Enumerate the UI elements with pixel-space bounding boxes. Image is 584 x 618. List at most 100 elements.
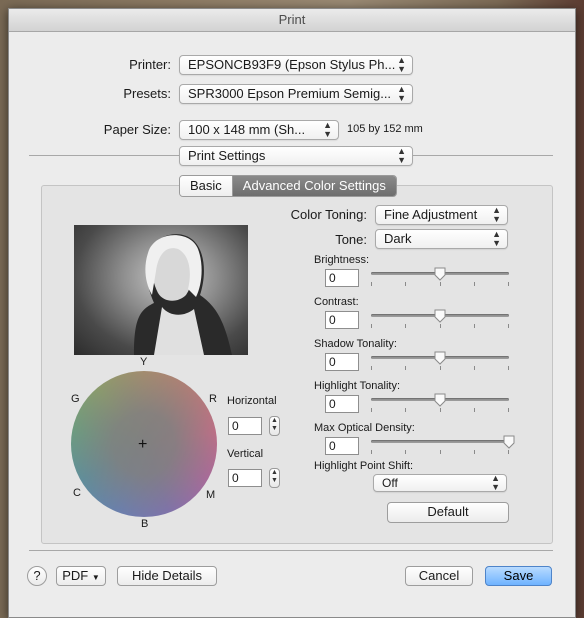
slider-tick [405, 282, 406, 286]
slider-label: Highlight Tonality: [314, 380, 401, 392]
slider-tick [371, 282, 372, 286]
slider-tick [405, 366, 406, 370]
paper-size-label: Paper Size: [103, 122, 171, 137]
slider-tick [371, 324, 372, 328]
slider-label: Brightness: [314, 254, 370, 266]
section-popup-value: Print Settings [188, 148, 266, 163]
cancel-button[interactable]: Cancel [405, 566, 473, 586]
vertical-label: Vertical [227, 448, 264, 460]
slider-tick [474, 282, 475, 286]
slider-tick [508, 324, 509, 328]
popup-arrows-icon: ▲ ▼ [323, 120, 332, 139]
printer-value: EPSONCB93F9 (Epson Stylus Ph... [188, 57, 396, 72]
slider-tick [405, 324, 406, 328]
horizontal-input[interactable]: 0 [228, 417, 262, 435]
slider-tick [440, 408, 441, 412]
wheel-crosshair-icon[interactable]: + [138, 436, 147, 454]
presets-popup[interactable]: SPR3000 Epson Premium Semig... ▲ ▼ [179, 84, 413, 104]
slider-thumb[interactable] [434, 351, 446, 365]
wheel-label-y: Y [140, 356, 148, 368]
slider-tick [508, 282, 509, 286]
tab-basic[interactable]: Basic [180, 176, 233, 196]
slider-label: Shadow Tonality: [314, 338, 397, 350]
popup-arrows-icon: ▲ ▼ [492, 205, 501, 224]
separator-right [413, 155, 553, 156]
bottom-separator [29, 550, 553, 551]
horizontal-label: Horizontal [227, 395, 277, 407]
slider-tick [508, 450, 509, 454]
vertical-input[interactable]: 0 [228, 469, 262, 487]
slider-tick [371, 366, 372, 370]
slider-track[interactable] [371, 440, 509, 443]
slider-value-input[interactable]: 0 [325, 353, 359, 371]
help-icon[interactable]: ? [27, 566, 47, 586]
slider-tick [508, 366, 509, 370]
default-button[interactable]: Default [387, 502, 509, 523]
popup-arrows-icon: ▲ ▼ [397, 146, 406, 165]
wheel-label-b: B [141, 518, 149, 530]
preview-image [74, 225, 248, 355]
slider-tick [440, 282, 441, 286]
slider-tick [405, 450, 406, 454]
vertical-stepper[interactable]: ▲ ▼ [269, 468, 280, 488]
slider-tick [371, 450, 372, 454]
save-button[interactable]: Save [485, 566, 552, 586]
popup-arrows-icon: ▲ ▼ [492, 229, 501, 248]
tone-popup[interactable]: Dark ▲ ▼ [375, 229, 508, 249]
slider-tick [474, 366, 475, 370]
highlight-point-shift-value: Off [382, 476, 398, 490]
popup-arrows-icon: ▲ ▼ [397, 55, 406, 74]
slider-tick [405, 408, 406, 412]
slider-tick [440, 366, 441, 370]
slider-label: Contrast: [314, 296, 359, 308]
slider-tick [440, 324, 441, 328]
slider-tick [371, 408, 372, 412]
tone-value: Dark [384, 231, 412, 246]
slider-label: Max Optical Density: [314, 422, 415, 434]
paper-size-popup[interactable]: 100 x 148 mm (Sh... ▲ ▼ [179, 120, 339, 140]
color-toning-popup[interactable]: Fine Adjustment ▲ ▼ [375, 205, 508, 225]
printer-popup[interactable]: EPSONCB93F9 (Epson Stylus Ph... ▲ ▼ [179, 55, 413, 75]
slider-thumb[interactable] [434, 393, 446, 407]
pdf-menu-button[interactable]: PDF ▼ [56, 566, 106, 586]
presets-value: SPR3000 Epson Premium Semig... [188, 86, 392, 101]
color-toning-label: Color Toning: [290, 207, 367, 222]
paper-dimensions: 105 by 152 mm [347, 123, 423, 135]
tab-advanced-color-settings[interactable]: Advanced Color Settings [232, 176, 396, 196]
paper-size-value: 100 x 148 mm (Sh... [188, 122, 306, 137]
window-title: Print [9, 9, 575, 32]
slider-tick [440, 450, 441, 454]
wheel-label-g: G [71, 393, 80, 405]
horizontal-stepper[interactable]: ▲ ▼ [269, 416, 280, 436]
pdf-label: PDF [62, 568, 89, 583]
hide-details-button[interactable]: Hide Details [117, 566, 217, 586]
tone-label: Tone: [335, 232, 367, 247]
wheel-label-r: R [209, 393, 217, 405]
slider-value-input[interactable]: 0 [325, 437, 359, 455]
popup-arrows-icon: ▲ ▼ [397, 84, 406, 103]
highlight-point-shift-popup[interactable]: Off ▲ ▼ [373, 474, 507, 492]
section-popup[interactable]: Print Settings ▲ ▼ [179, 146, 413, 166]
highlight-point-shift-label: Highlight Point Shift: [314, 460, 414, 472]
slider-tick [508, 408, 509, 412]
slider-tick [474, 324, 475, 328]
printer-label: Printer: [129, 57, 171, 72]
wheel-label-c: C [73, 487, 81, 499]
chevron-down-icon: ▼ [91, 573, 100, 582]
slider-value-input[interactable]: 0 [325, 395, 359, 413]
slider-value-input[interactable]: 0 [325, 311, 359, 329]
color-toning-value: Fine Adjustment [384, 207, 478, 222]
slider-tick [474, 450, 475, 454]
slider-thumb[interactable] [434, 267, 446, 281]
slider-thumb[interactable] [503, 435, 515, 449]
presets-label: Presets: [123, 86, 171, 101]
popup-arrows-icon: ▲ ▼ [491, 474, 500, 492]
print-dialog: Print Printer: EPSONCB93F9 (Epson Stylus… [8, 8, 576, 618]
portrait-image [134, 234, 232, 355]
wheel-label-m: M [206, 489, 216, 501]
slider-thumb[interactable] [434, 309, 446, 323]
slider-value-input[interactable]: 0 [325, 269, 359, 287]
separator-left [29, 155, 179, 156]
slider-tick [474, 408, 475, 412]
tab-bar: Basic Advanced Color Settings [179, 175, 397, 197]
